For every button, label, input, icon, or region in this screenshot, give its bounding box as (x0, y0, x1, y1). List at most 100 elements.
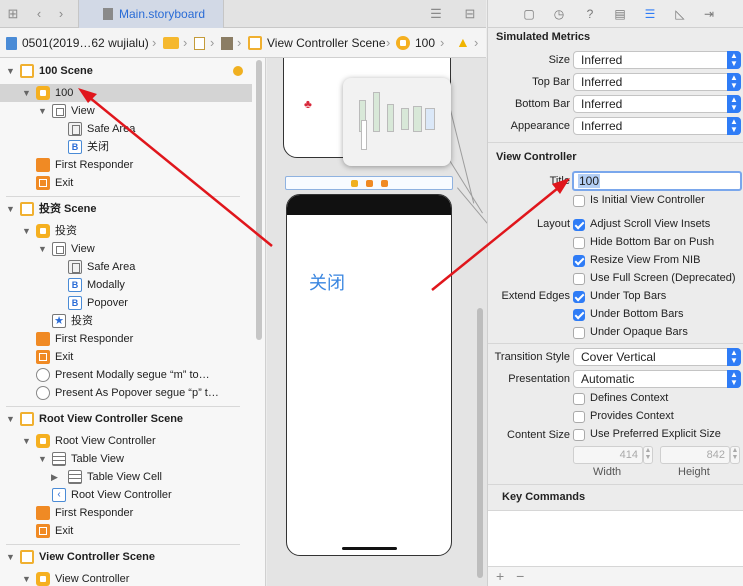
simulated-metric-value: Inferred (581, 97, 623, 111)
outline-row[interactable]: Exit (0, 174, 252, 192)
provides-context-checkbox[interactable] (573, 411, 585, 423)
disclosure-triangle-icon[interactable]: ▼ (38, 450, 47, 468)
disclosure-triangle-icon[interactable]: ▼ (22, 84, 31, 102)
file-inspector-icon[interactable]: ▢ (522, 7, 536, 21)
title-field[interactable]: 100 (572, 171, 742, 191)
outline-row[interactable]: ▼ 100 (0, 84, 252, 102)
outline-row[interactable]: First Responder (0, 330, 252, 348)
outline-row[interactable]: ▼ 投资 Scene (0, 200, 252, 218)
related-items-grid-icon[interactable]: ⊞ (5, 6, 21, 22)
first-responder-icon[interactable] (366, 180, 373, 187)
key-commands-list[interactable] (488, 510, 743, 566)
folder-icon[interactable] (163, 37, 179, 49)
outline-row[interactable]: Exit (0, 522, 252, 540)
layout-option-checkbox[interactable] (573, 255, 585, 267)
outline-row[interactable]: ▼ View Controller (0, 570, 252, 586)
outline-row[interactable]: Present Modally segue “m” to… (0, 366, 252, 384)
extend-edges-option-checkbox[interactable] (573, 309, 585, 321)
back-arrow-icon[interactable]: ‹ (31, 6, 47, 22)
breadcrumb-controller[interactable]: 100 (415, 36, 435, 50)
extend-edges-option-checkbox[interactable] (573, 327, 585, 339)
view-controller-icon[interactable] (351, 180, 358, 187)
storyboard-canvas[interactable]: ♣ 关闭 (267, 58, 487, 586)
extend-edges-option-checkbox[interactable] (573, 291, 585, 303)
outline-row[interactable]: First Responder (0, 156, 252, 174)
connections-inspector-icon[interactable]: ⇥ (702, 7, 716, 21)
segue-icon (36, 368, 50, 382)
width-field[interactable]: 414 (573, 446, 643, 464)
outline-row[interactable]: ▼ 投资 (0, 222, 252, 240)
layout-option-checkbox[interactable] (573, 219, 585, 231)
simulated-metric-popup[interactable]: Inferred ▲ ▼ (573, 117, 741, 135)
source-file-icon[interactable] (194, 37, 205, 50)
scene-dock[interactable] (285, 176, 453, 190)
outline-row[interactable]: ▼ View (0, 102, 252, 120)
help-inspector-icon[interactable]: ? (583, 7, 597, 21)
disclosure-triangle-icon[interactable]: ▼ (6, 548, 15, 566)
outline-row[interactable]: Safe Area (0, 258, 252, 276)
transition-style-popup[interactable]: Cover Vertical ▲ ▼ (573, 348, 741, 366)
initial-view-controller-checkbox[interactable] (573, 195, 585, 207)
simulated-metric-popup[interactable]: Inferred ▲ ▼ (573, 95, 741, 113)
tab-main-storyboard[interactable]: Main.storyboard (78, 0, 224, 28)
simulated-metric-popup[interactable]: Inferred ▲ ▼ (573, 51, 741, 69)
editor-options-icon[interactable]: ☰ (428, 6, 444, 22)
outline-row[interactable]: ‹ Root View Controller (0, 486, 252, 504)
identity-inspector-icon[interactable]: ▤ (613, 7, 627, 21)
outline-row[interactable]: ▼ View Controller Scene (0, 548, 252, 566)
width-stepper[interactable]: ▲ ▼ (643, 446, 653, 464)
outline-row[interactable]: First Responder (0, 504, 252, 522)
disclosure-triangle-icon[interactable]: ▼ (38, 240, 47, 258)
disclosure-triangle-icon[interactable]: ▶ (51, 468, 58, 486)
outline-row-label: View (71, 105, 95, 117)
breadcrumb-scene[interactable]: View Controller Scene (267, 36, 386, 50)
disclosure-triangle-icon[interactable]: ▼ (22, 222, 31, 240)
outline-scrollbar[interactable] (256, 60, 262, 340)
title-field-value[interactable]: 100 (578, 174, 601, 188)
outline-row[interactable]: Safe Area (0, 120, 252, 138)
height-stepper[interactable]: ▲ ▼ (730, 446, 740, 464)
disclosure-triangle-icon[interactable]: ▼ (6, 200, 15, 218)
outline-row[interactable]: ▼ Table View (0, 450, 252, 468)
height-field[interactable]: 842 (660, 446, 730, 464)
layout-option-checkbox[interactable] (573, 237, 585, 249)
presentation-popup[interactable]: Automatic ▲ ▼ (573, 370, 741, 388)
canvas-scrollbar[interactable] (477, 308, 483, 578)
outline-row[interactable]: ▶ Table View Cell (0, 468, 252, 486)
remove-key-command-button[interactable]: − (516, 568, 524, 584)
scene-100-view[interactable]: 关闭 (286, 194, 452, 556)
outline-row[interactable]: B Popover (0, 294, 252, 312)
preferred-explicit-size-checkbox[interactable] (573, 429, 585, 441)
outline-row[interactable]: ▼ View (0, 240, 252, 258)
disclosure-triangle-icon[interactable]: ▼ (6, 62, 15, 80)
simulated-metric-popup[interactable]: Inferred ▲ ▼ (573, 73, 741, 91)
disclosure-triangle-icon[interactable]: ▼ (6, 410, 15, 428)
popover-scene-preview[interactable] (343, 78, 451, 166)
size-inspector-icon[interactable]: ◺ (673, 7, 687, 21)
outline-row[interactable]: Exit (0, 348, 252, 366)
outline-row[interactable]: ★ 投资 (0, 312, 252, 330)
exit-icon[interactable] (381, 180, 388, 187)
layout-option-checkbox[interactable] (573, 273, 585, 285)
outline-row[interactable]: B Modally (0, 276, 252, 294)
inspector-toolbar: ▢ ◷ ? ▤ ☰ ◺ ⇥ (488, 0, 743, 28)
storyboard-icon[interactable] (221, 37, 233, 50)
outline-row[interactable]: Present As Popover segue “p” t… (0, 384, 252, 402)
history-inspector-icon[interactable]: ◷ (552, 7, 566, 21)
defines-context-checkbox[interactable] (573, 393, 585, 405)
close-button[interactable]: 关闭 (309, 269, 345, 295)
warning-icon[interactable]: ▲ (456, 34, 470, 50)
add-key-command-button[interactable]: + (496, 568, 504, 584)
breadcrumb-project[interactable]: 0501(2019…62 wujialu) (22, 36, 149, 50)
outline-row[interactable]: ▼ 100 Scene (0, 62, 252, 80)
outline-row[interactable]: B 关闭 (0, 138, 252, 156)
disclosure-triangle-icon[interactable]: ▼ (38, 102, 47, 120)
disclosure-triangle-icon[interactable]: ▼ (22, 570, 31, 586)
disclosure-triangle-icon[interactable]: ▼ (22, 432, 31, 450)
forward-arrow-icon[interactable]: › (53, 6, 69, 22)
outline-row[interactable]: ▼ Root View Controller Scene (0, 410, 252, 428)
outline-row[interactable]: ▼ Root View Controller (0, 432, 252, 450)
split-editor-icon[interactable]: ⊟ (462, 6, 478, 22)
table-view-controller-icon (36, 434, 50, 448)
attributes-inspector-icon[interactable]: ☰ (643, 7, 657, 21)
